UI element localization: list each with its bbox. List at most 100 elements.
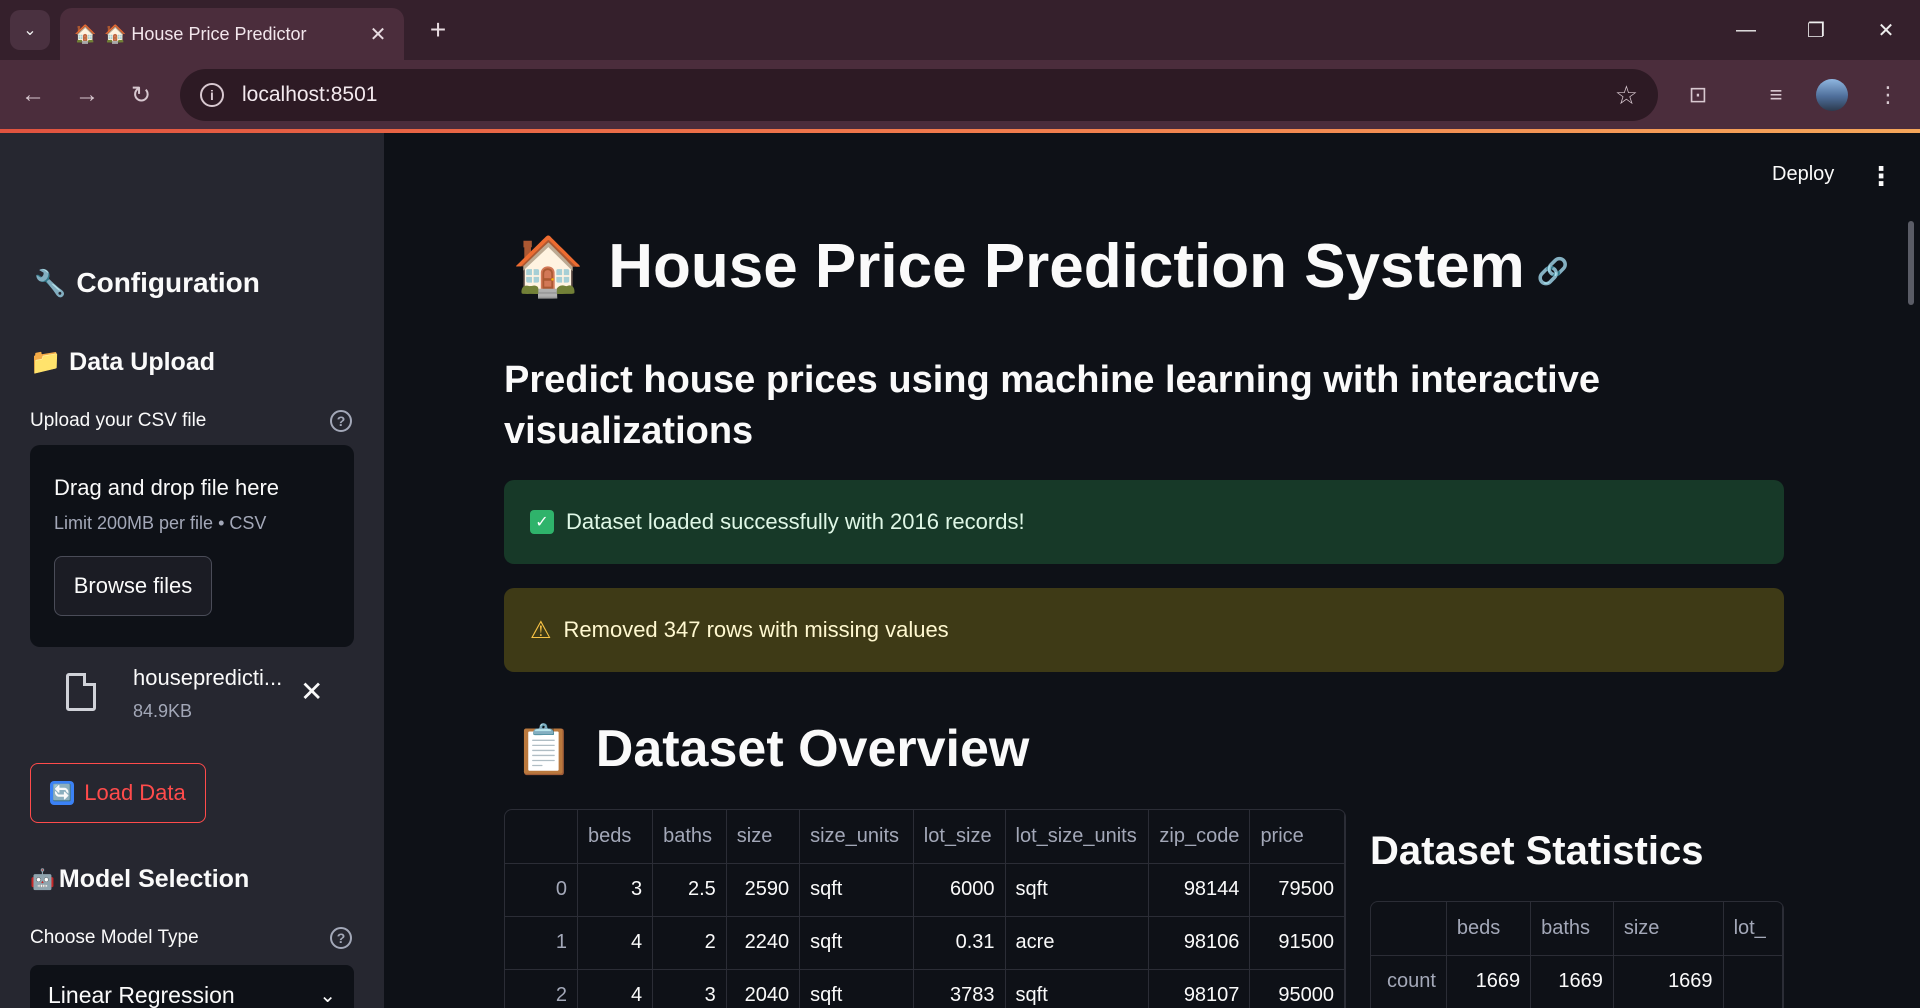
table-cell[interactable]: 0.31 [913, 916, 1006, 970]
forward-icon[interactable]: → [66, 74, 108, 116]
file-dropzone[interactable]: Drag and drop file here Limit 200MB per … [30, 445, 354, 647]
table-cell[interactable]: sqft [1005, 969, 1150, 1008]
browser-menu-icon[interactable]: ⋮ [1870, 77, 1906, 113]
table-cell[interactable]: sqft [1005, 863, 1150, 917]
page-title-text: House Price Prediction System [608, 232, 1525, 301]
file-size: 84.9KB [133, 701, 193, 721]
dataset-statistics-heading: Dataset Statistics [1370, 829, 1704, 873]
sidebar: 🔧 Configuration 📁 Data Upload Upload you… [0, 133, 384, 1008]
tab-search-button[interactable]: ⌄ [10, 10, 50, 50]
profile-avatar[interactable] [1816, 79, 1848, 111]
house-favicon-icon: 🏠 [74, 23, 97, 44]
table-cell[interactable]: acre [1005, 916, 1150, 970]
scrollbar[interactable] [1908, 221, 1914, 305]
deploy-button[interactable]: Deploy [1772, 163, 1834, 186]
main-content: Deploy ⋮ 🏠 House Price Prediction System… [384, 133, 1920, 1008]
help-icon[interactable]: ? [330, 410, 352, 432]
statistics-table[interactable]: beds baths size lot_ count 1669 1669 166… [1370, 901, 1784, 1008]
back-icon[interactable]: ← [12, 74, 54, 116]
help-icon[interactable]: ? [330, 927, 352, 949]
bookmark-star-icon[interactable]: ☆ [1615, 80, 1638, 111]
column-header[interactable]: beds [577, 810, 654, 864]
robot-icon: 🤖 [30, 869, 55, 891]
anchor-link-icon[interactable]: 🔗 [1537, 256, 1569, 287]
address-bar[interactable]: i localhost:8501 ☆ [180, 69, 1658, 121]
warning-alert: ⚠ Removed 347 rows with missing values [504, 588, 1784, 672]
table-cell[interactable]: 98106 [1148, 916, 1251, 970]
column-header[interactable]: baths [1530, 902, 1614, 956]
column-header[interactable]: lot_size [913, 810, 1006, 864]
table-cell[interactable]: 95000 [1249, 969, 1345, 1008]
table-cell[interactable]: 98144 [1148, 863, 1251, 917]
table-cell[interactable]: 1669 [1530, 955, 1614, 1008]
table-cell[interactable]: 1669 [1446, 955, 1532, 1008]
column-header[interactable]: lot_size_units [1005, 810, 1150, 864]
table-cell[interactable]: 2590 [726, 863, 801, 917]
model-selection-heading: 🤖 Model Selection [30, 865, 250, 893]
table-cell[interactable]: 2 [652, 916, 727, 970]
table-cell[interactable]: sqft [799, 916, 914, 970]
table-cell[interactable]: 6000 [913, 863, 1006, 917]
table-cell[interactable]: 4 [577, 916, 654, 970]
new-tab-button[interactable]: + [420, 12, 456, 48]
column-header[interactable]: baths [652, 810, 727, 864]
reload-icon[interactable]: ↻ [120, 74, 162, 116]
load-data-button[interactable]: 🔄 Load Data [30, 763, 206, 823]
remove-file-icon[interactable]: ✕ [300, 675, 323, 708]
table-cell[interactable]: 2240 [726, 916, 801, 970]
table-cell[interactable]: sqft [799, 863, 914, 917]
row-label: count [1371, 955, 1447, 1008]
table-cell[interactable] [1723, 955, 1783, 1008]
column-header[interactable]: price [1249, 810, 1345, 864]
page-title: 🏠 House Price Prediction System 🔗 [512, 231, 1569, 302]
uploaded-file: housepredicti... 84.9KB ✕ [60, 663, 360, 733]
minimize-icon[interactable]: — [1712, 0, 1780, 60]
close-window-icon[interactable]: ✕ [1852, 0, 1920, 60]
column-header[interactable] [505, 810, 579, 864]
browser-toolbar: ← → ↻ i localhost:8501 ☆ ⊡ ≡ ⋮ [0, 60, 1920, 130]
main-menu-icon[interactable]: ⋮ [1868, 161, 1894, 192]
load-data-label: Load Data [84, 780, 186, 805]
table-cell[interactable]: 98107 [1148, 969, 1251, 1008]
column-header[interactable]: zip_code [1148, 810, 1251, 864]
browser-tab[interactable]: 🏠 🏠 House Price Predictor ✕ [60, 8, 404, 60]
column-header[interactable]: size [1613, 902, 1724, 956]
screenshot-icon[interactable]: ⊡ [1680, 77, 1716, 113]
column-header[interactable]: size [726, 810, 801, 864]
column-header[interactable]: beds [1446, 902, 1532, 956]
table-cell[interactable]: 1669 [1613, 955, 1724, 1008]
row-index: 1 [505, 916, 579, 970]
table-cell[interactable]: 3783 [913, 969, 1006, 1008]
media-queue-icon[interactable]: ≡ [1758, 77, 1794, 113]
table-cell[interactable]: 79500 [1249, 863, 1345, 917]
table-row: 1 4 2 2240 sqft 0.31 acre 98106 91500 [505, 916, 1345, 970]
chevron-down-icon: ⌄ [23, 22, 37, 39]
browse-files-button[interactable]: Browse files [54, 556, 212, 616]
close-tab-icon[interactable]: ✕ [366, 22, 390, 47]
site-info-icon[interactable]: i [200, 83, 224, 107]
table-cell[interactable]: 2.5 [652, 863, 727, 917]
table-cell[interactable]: 2040 [726, 969, 801, 1008]
table-cell[interactable]: 3 [577, 863, 654, 917]
table-header-row: beds baths size size_units lot_size lot_… [505, 810, 1345, 864]
table-header-row: beds baths size lot_ [1371, 902, 1783, 956]
column-header[interactable]: lot_ [1723, 902, 1783, 956]
column-header[interactable] [1371, 902, 1447, 956]
clipboard-icon: 📋 [514, 723, 574, 777]
warning-icon: ⚠ [530, 616, 552, 644]
model-type-select[interactable]: Linear Regression ⌄ [30, 965, 354, 1008]
table-cell[interactable]: 91500 [1249, 916, 1345, 970]
page-subtitle: Predict house prices using machine learn… [504, 359, 1600, 452]
table-cell[interactable]: 3 [652, 969, 727, 1008]
check-icon: ✓ [530, 510, 554, 534]
url-text: localhost:8501 [242, 83, 378, 106]
tab-title: 🏠 House Price Predictor [104, 23, 307, 44]
dataset-overview-heading: 📋 Dataset Overview [514, 720, 1030, 778]
restore-icon[interactable]: ❐ [1782, 0, 1850, 60]
chevron-down-icon: ⌄ [319, 984, 336, 1007]
table-cell[interactable]: 4 [577, 969, 654, 1008]
dataset-table[interactable]: beds baths size size_units lot_size lot_… [504, 809, 1346, 1008]
table-cell[interactable]: sqft [799, 969, 914, 1008]
column-header[interactable]: size_units [799, 810, 914, 864]
file-name: housepredicti... [133, 665, 283, 690]
